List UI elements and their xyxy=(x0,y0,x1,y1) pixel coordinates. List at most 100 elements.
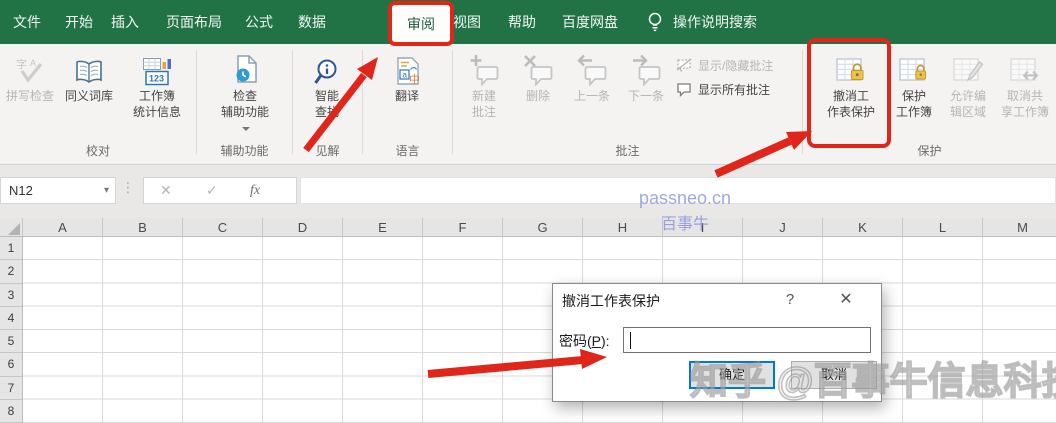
unshare-workbook-button: 取消共 享工作簿 xyxy=(996,48,1054,120)
column-header[interactable]: B xyxy=(103,218,183,236)
column-headers: A B C D E F G H I J K L M xyxy=(0,218,1056,237)
dialog-close-icon[interactable]: ✕ xyxy=(831,288,861,312)
column-header[interactable]: A xyxy=(23,218,103,236)
password-label: 密码(P): xyxy=(559,333,610,349)
group-label-insights: 见解 xyxy=(315,144,340,158)
lightbulb-icon xyxy=(648,12,662,32)
column-header[interactable]: K xyxy=(823,218,903,236)
spellcheck-button: 字A 拼写检查 xyxy=(5,57,54,103)
column-header[interactable]: E xyxy=(343,218,423,236)
workbook-statistics-icon: 123 xyxy=(143,58,171,86)
column-header[interactable]: M xyxy=(983,218,1056,236)
group-label-proofing: 校对 xyxy=(85,144,110,158)
column-header[interactable]: I xyxy=(663,218,743,236)
row-header[interactable]: 8 xyxy=(0,400,22,423)
password-input[interactable] xyxy=(624,328,870,352)
ribbon: 字A 拼写检查 同义词库 123 工作簿 统计信息 校对 检查 辅助功能 辅助功… xyxy=(0,44,1056,165)
workbook-statistics-button[interactable]: 123 工作簿 统计信息 xyxy=(120,48,194,120)
ok-button[interactable]: 确定 xyxy=(689,361,775,389)
excel-window: 文件 开始 插入 页面布局 公式 数据 审阅 视图 帮助 百度网盘 操作说明搜索… xyxy=(0,0,1056,423)
tab-baidu-netdisk[interactable]: 百度网盘 xyxy=(562,0,618,44)
tab-file[interactable]: 文件 xyxy=(13,0,41,44)
spreadsheet-cells[interactable] xyxy=(23,237,1056,423)
previous-comment-button: 上一条 xyxy=(566,48,618,105)
column-header[interactable]: C xyxy=(183,218,263,236)
row-header[interactable]: 2 xyxy=(0,260,22,284)
select-all-corner[interactable] xyxy=(0,218,23,236)
column-header[interactable]: H xyxy=(583,218,663,236)
formula-bar-handle-icon: ⋮ xyxy=(121,179,135,195)
smart-lookup-button[interactable]: 智能 查找 xyxy=(300,48,354,120)
new-comment-icon xyxy=(470,55,499,86)
group-language: a中 翻译 语言 xyxy=(363,44,452,165)
workbook-lock-icon xyxy=(899,58,927,81)
row-headers: 1 2 3 4 5 6 7 8 xyxy=(0,237,23,423)
tab-view[interactable]: 视图 xyxy=(453,0,481,44)
enter-entry-button: ✓ xyxy=(206,182,218,198)
svg-text:123: 123 xyxy=(149,74,164,84)
sheet-pencil-icon xyxy=(953,58,984,82)
text-caret xyxy=(630,332,631,349)
svg-text:字: 字 xyxy=(16,57,27,71)
formula-input[interactable] xyxy=(300,177,1056,204)
show-all-comments-toggle[interactable]: 显示所有批注 xyxy=(675,77,801,101)
group-label-accessibility: 辅助功能 xyxy=(220,144,269,158)
next-comment-icon xyxy=(633,54,661,86)
dialog-title: 撤消工作表保护 xyxy=(562,293,660,309)
tab-formulas[interactable]: 公式 xyxy=(245,0,273,44)
column-header[interactable]: F xyxy=(423,218,503,236)
show-hide-comment-icon xyxy=(676,58,692,73)
tell-me-search[interactable]: 操作说明搜索 xyxy=(645,0,757,44)
name-box-dropdown-icon[interactable]: ▾ xyxy=(104,178,109,203)
spellcheck-icon: 字A xyxy=(16,57,43,83)
svg-text:中: 中 xyxy=(409,73,420,86)
translate-icon: a中 xyxy=(397,57,420,86)
translate-button[interactable]: a中 翻译 xyxy=(380,48,434,105)
column-header[interactable]: J xyxy=(743,218,823,236)
tab-home[interactable]: 开始 xyxy=(65,0,93,44)
row-header[interactable]: 7 xyxy=(0,377,22,400)
column-header[interactable]: L xyxy=(903,218,983,236)
tab-page-layout[interactable]: 页面布局 xyxy=(166,0,222,44)
group-accessibility: 检查 辅助功能 辅助功能 xyxy=(197,44,292,165)
column-header[interactable]: D xyxy=(263,218,343,236)
row-header[interactable]: 4 xyxy=(0,307,22,330)
protect-workbook-button[interactable]: 保护 工作簿 xyxy=(888,48,940,120)
accessibility-check-icon xyxy=(236,55,257,83)
row-header[interactable]: 3 xyxy=(0,284,22,307)
check-accessibility-button[interactable]: 检查 辅助功能 xyxy=(205,48,285,138)
show-hide-comments-toggle: 显示/隐藏批注 xyxy=(675,53,801,77)
dialog-help-button[interactable]: ? xyxy=(775,288,805,312)
group-label-comments: 批注 xyxy=(615,144,640,158)
thesaurus-button[interactable]: 同义词库 xyxy=(60,48,118,105)
formula-bar: N12 ▾ ⋮ ✕ ✓ fx xyxy=(0,165,1056,218)
smart-lookup-icon xyxy=(314,59,337,84)
show-all-comments-icon xyxy=(677,83,691,97)
row-header[interactable]: 1 xyxy=(0,237,22,261)
book-icon xyxy=(76,60,102,83)
svg-text:a: a xyxy=(403,71,408,80)
group-protect: 撤消工 作表保护 保护 工作簿 允许编 辑区域 取消共 享工作簿 保护 xyxy=(803,44,1056,165)
tab-review[interactable]: 审阅 xyxy=(391,4,451,44)
unprotect-sheet-button[interactable]: 撤消工 作表保护 xyxy=(814,48,888,120)
search-label: 操作说明搜索 xyxy=(673,14,757,30)
column-header[interactable]: G xyxy=(503,218,583,236)
dropdown-caret-icon xyxy=(242,126,250,131)
next-comment-button: 下一条 xyxy=(620,48,672,105)
cancel-button[interactable]: 取消 xyxy=(791,361,877,389)
ribbon-tab-bar: 文件 开始 插入 页面布局 公式 数据 审阅 视图 帮助 百度网盘 操作说明搜索 xyxy=(0,0,1056,44)
row-header[interactable]: 6 xyxy=(0,353,22,377)
insert-function-button[interactable]: fx xyxy=(250,178,260,203)
tab-insert[interactable]: 插入 xyxy=(111,0,139,44)
tab-help[interactable]: 帮助 xyxy=(508,0,536,44)
row-header[interactable]: 5 xyxy=(0,330,22,354)
name-box[interactable]: N12 ▾ xyxy=(0,177,116,204)
svg-text:A: A xyxy=(30,58,36,68)
sheet-lock-icon xyxy=(836,58,864,81)
sheet-share-arrows-icon xyxy=(1010,58,1039,81)
tab-data[interactable]: 数据 xyxy=(298,0,326,44)
group-proofing: 字A 拼写检查 同义词库 123 工作簿 统计信息 校对 xyxy=(0,44,196,165)
group-comments: 新建 批注 删除 上一条 下一条 显示/隐藏批注 显示所有批注 批注 xyxy=(453,44,802,165)
previous-comment-icon xyxy=(577,54,607,86)
spreadsheet: A B C D E F G H I J K L M 1 2 3 4 5 6 7 … xyxy=(0,218,1056,423)
